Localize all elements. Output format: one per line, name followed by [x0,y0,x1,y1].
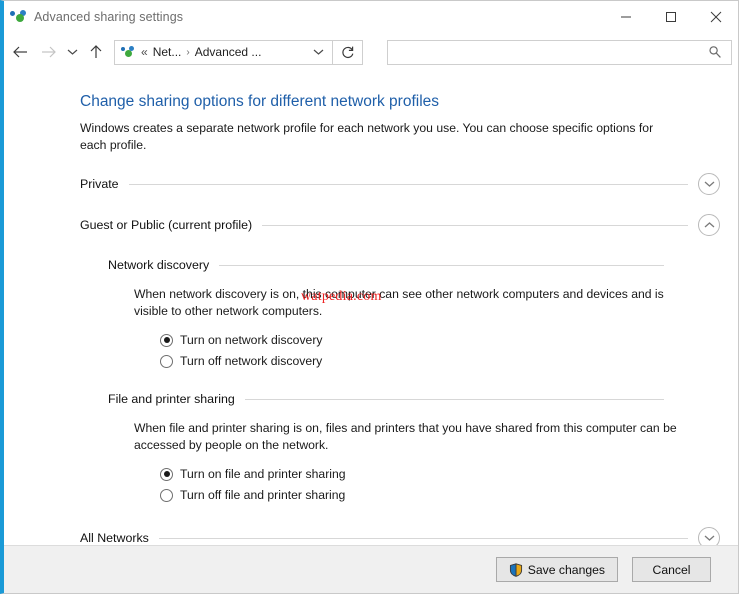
cancel-button[interactable]: Cancel [632,557,711,582]
back-arrow-icon[interactable] [6,37,34,67]
cancel-label: Cancel [652,562,691,577]
subsection-header: Network discovery [4,255,738,275]
recent-locations-chevron-down-icon[interactable] [62,37,82,67]
radio-label: Turn on network discovery [180,333,323,347]
chevron-down-icon[interactable] [698,527,720,545]
title-bar: Advanced sharing settings [4,1,738,33]
radio-label: Turn off network discovery [180,354,323,368]
section-title-guest-or-public: Guest or Public (current profile) [80,218,253,232]
radio-group-file-and-printer-sharing: Turn on file and printer sharing Turn of… [160,465,678,504]
save-changes-label: Save changes [527,562,605,577]
network-icon [10,8,28,26]
chevron-down-icon[interactable] [698,173,720,195]
section-guest-or-public: Guest or Public (current profile) Networ… [4,214,738,504]
subsection-header: File and printer sharing [4,389,738,409]
section-title-all-networks: All Networks [80,531,149,545]
radio-button[interactable] [160,333,173,347]
uac-shield-icon [509,562,523,577]
section-header-all-networks[interactable]: All Networks [4,527,738,545]
search-input[interactable] [396,40,707,64]
section-header-private[interactable]: Private [4,173,738,195]
section-header-guest-or-public[interactable]: Guest or Public (current profile) [4,214,738,236]
subsection-rule [219,264,664,266]
subsection-title-file-and-printer-sharing: File and printer sharing [108,392,235,406]
subsection-title-network-discovery: Network discovery [108,258,210,272]
radio-option-turn-on-file-and-printer-sharing[interactable]: Turn on file and printer sharing [160,465,678,483]
search-box[interactable] [387,39,732,65]
section-rule [262,224,688,226]
minimize-button[interactable] [603,1,648,33]
network-icon [121,45,137,59]
breadcrumb-overflow[interactable]: « [141,46,148,58]
window-title: Advanced sharing settings [34,10,184,24]
dialog-footer: Save changes Cancel [4,545,738,593]
content-area: Change sharing options for different net… [4,71,738,545]
up-arrow-icon[interactable] [82,37,110,67]
watermark: watpedia.com [301,289,382,304]
breadcrumb-chevron-down-icon[interactable] [309,48,328,56]
radio-option-turn-off-network-discovery[interactable]: Turn off network discovery [160,352,678,370]
subsection-description-file-and-printer-sharing: When file and printer sharing is on, fil… [134,421,677,452]
breadcrumb-item-1[interactable]: Advanced ... [195,45,262,59]
subsection-network-discovery: Network discovery When network discovery… [4,255,738,370]
save-changes-button[interactable]: Save changes [495,557,618,582]
radio-option-turn-on-network-discovery[interactable]: Turn on network discovery [160,331,678,349]
radio-button[interactable] [160,467,173,481]
radio-button[interactable] [160,488,173,502]
section-rule [128,183,688,185]
advanced-sharing-settings-window: Advanced sharing settings « Net... › Adv… [0,0,739,594]
close-button[interactable] [693,1,738,33]
radio-button[interactable] [160,354,173,368]
navigation-bar: « Net... › Advanced ... [4,33,738,71]
breadcrumb-item-0[interactable]: Net... [153,45,182,59]
subsection-body: When network discovery is on, this compu… [134,286,678,370]
section-private: Private [4,173,738,195]
section-title-private: Private [80,177,119,191]
radio-label: Turn on file and printer sharing [180,467,346,481]
page-title: Change sharing options for different net… [80,93,440,110]
window-controls [603,1,738,33]
radio-label: Turn off file and printer sharing [180,488,346,502]
breadcrumb[interactable]: « Net... › Advanced ... [114,39,333,65]
subsection-file-and-printer-sharing: File and printer sharing When file and p… [4,389,738,504]
subsection-description-network-discovery: When network discovery is on, this compu… [134,287,664,318]
refresh-icon[interactable] [333,39,363,65]
radio-group-network-discovery: Turn on network discovery Turn off netwo… [160,331,678,370]
chevron-up-icon[interactable] [698,214,720,236]
breadcrumb-separator: › [186,46,190,58]
subsection-body: When file and printer sharing is on, fil… [134,420,678,504]
section-all-networks: All Networks [4,527,738,545]
forward-arrow-icon [34,37,62,67]
subsection-rule [244,398,664,400]
search-icon[interactable] [707,45,723,59]
section-rule [158,537,688,539]
maximize-button[interactable] [648,1,693,33]
page-description: Windows creates a separate network profi… [80,121,654,152]
radio-option-turn-off-file-and-printer-sharing[interactable]: Turn off file and printer sharing [160,486,678,504]
